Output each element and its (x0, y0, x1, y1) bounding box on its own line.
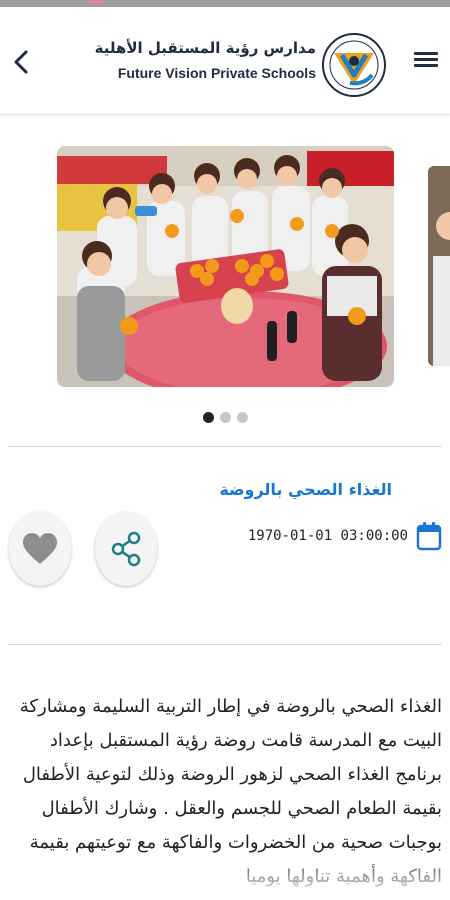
share-icon (111, 531, 141, 567)
heart-icon (23, 533, 57, 564)
like-button[interactable] (9, 512, 71, 586)
image-carousel[interactable] (0, 146, 450, 388)
article-date: 1970-01-01 03:00:00 (248, 520, 442, 552)
school-name-arabic: مدارس رؤية المستقبل الأهلية (94, 39, 316, 57)
back-button[interactable] (10, 47, 34, 77)
menu-button[interactable] (412, 49, 440, 73)
status-bar (0, 0, 450, 7)
app-header: مدارس رؤية المستقبل الأهلية Future Visio… (0, 7, 450, 115)
calendar-icon (416, 522, 442, 551)
school-name: مدارس رؤية المستقبل الأهلية Future Visio… (95, 37, 316, 83)
article-title: الغذاء الصحي بالروضة (219, 480, 392, 499)
carousel-dot-1[interactable] (203, 412, 214, 423)
scroll-fade (0, 850, 450, 900)
carousel-pagination (203, 410, 249, 424)
carousel-dot-3[interactable] (237, 412, 248, 423)
carousel-slide-kids-healthy-food[interactable] (57, 146, 394, 387)
carousel-slide-next[interactable] (428, 166, 450, 366)
chevron-left-icon (14, 50, 28, 74)
school-name-english: Future Vision Private Schools (117, 65, 316, 81)
school-logo-icon (320, 31, 388, 99)
section-divider (8, 446, 442, 447)
carousel-dot-2[interactable] (220, 412, 231, 423)
article-datetime: 1970-01-01 03:00:00 (247, 528, 408, 544)
share-button[interactable] (95, 512, 157, 586)
section-divider (8, 644, 442, 645)
hamburger-menu-icon (412, 52, 440, 67)
